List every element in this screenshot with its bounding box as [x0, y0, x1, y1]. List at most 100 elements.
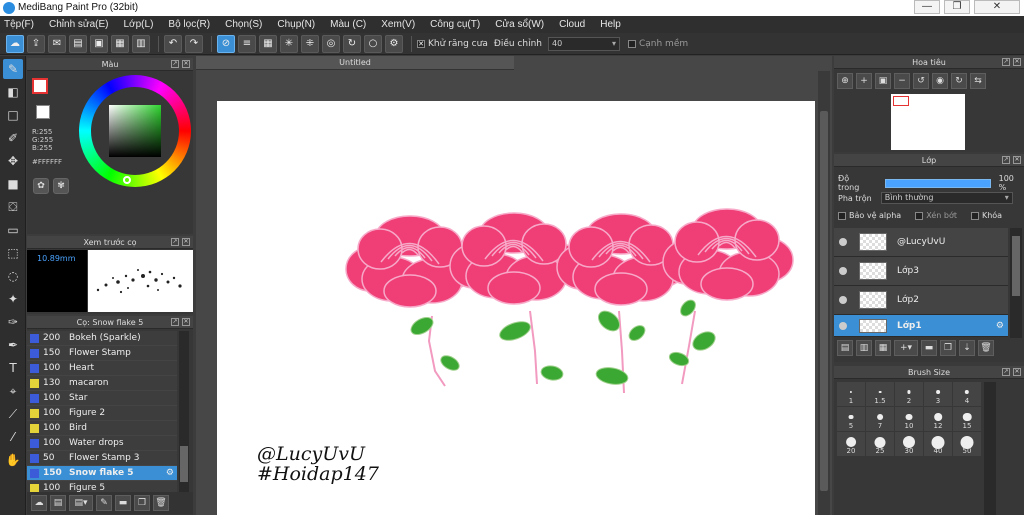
- delete-layer-icon[interactable]: 🗑: [978, 340, 994, 356]
- undock-icon[interactable]: ↗: [1002, 368, 1010, 376]
- layer-settings-icon[interactable]: ⚙: [996, 321, 1004, 331]
- add-brush-menu-icon[interactable]: ▤▾: [69, 495, 93, 511]
- undock-icon[interactable]: ↗: [1002, 58, 1010, 66]
- undock-icon[interactable]: ↗: [1002, 156, 1010, 164]
- layer-row[interactable]: Lớp3: [834, 257, 1008, 286]
- protect-alpha-checkbox[interactable]: [838, 211, 846, 220]
- brush-item[interactable]: 130 macaron: [27, 376, 177, 391]
- duplicate-brush-icon[interactable]: ❐: [134, 495, 150, 511]
- page-icon[interactable]: ▤: [69, 34, 87, 53]
- brush-item[interactable]: 100 Star: [27, 391, 177, 406]
- close-icon[interactable]: ✕: [182, 238, 190, 246]
- zoom-fit-icon[interactable]: ⊕: [837, 73, 853, 89]
- edit-brush-icon[interactable]: ✎: [96, 495, 112, 511]
- select-eraser-tool-icon[interactable]: ✒: [3, 335, 23, 355]
- brush-size-cell[interactable]: 10: [895, 407, 923, 431]
- close-icon[interactable]: ✕: [182, 318, 190, 326]
- menu-window[interactable]: Cửa sổ(W): [495, 19, 544, 30]
- share-icon[interactable]: ⇪: [27, 34, 45, 53]
- snap-radial-icon[interactable]: ✳: [280, 34, 298, 53]
- maximize-button[interactable]: ❐: [944, 0, 970, 14]
- undock-icon[interactable]: ↗: [171, 318, 179, 326]
- navigator-viewport-box[interactable]: [893, 96, 909, 106]
- brush-item[interactable]: 50 Flower Stamp 3: [27, 451, 177, 466]
- select-tool-icon[interactable]: ⬚: [3, 243, 23, 263]
- redo-icon[interactable]: ↷: [185, 34, 203, 53]
- palette-icon[interactable]: ✿: [33, 178, 49, 194]
- brush-size-cell[interactable]: 7: [866, 407, 894, 431]
- brush-item[interactable]: 200 Bokeh (Sparkle): [27, 331, 177, 346]
- reset-view-icon[interactable]: ◉: [932, 73, 948, 89]
- brush-size-cell[interactable]: 15: [953, 407, 981, 431]
- magic-wand-tool-icon[interactable]: ✦: [3, 289, 23, 309]
- menu-layer[interactable]: Lớp(L): [124, 19, 154, 30]
- brush-item[interactable]: 100 Water drops: [27, 436, 177, 451]
- layer-row[interactable]: @LucyUvU: [834, 228, 1008, 257]
- snap-focus-icon[interactable]: ⁜: [301, 34, 319, 53]
- close-button[interactable]: ✕: [974, 0, 1020, 14]
- close-icon[interactable]: ✕: [182, 60, 190, 68]
- brush-size-cell[interactable]: 20: [837, 432, 865, 456]
- brush-size-cell[interactable]: 5: [837, 407, 865, 431]
- visibility-icon[interactable]: [839, 267, 847, 275]
- hue-handle[interactable]: [123, 176, 131, 184]
- menu-select[interactable]: Chọn(S): [225, 19, 262, 30]
- menu-color[interactable]: Màu (C): [330, 19, 366, 30]
- menu-cloud[interactable]: Cloud: [559, 19, 585, 30]
- brush-item[interactable]: 100 Figure 2: [27, 406, 177, 421]
- color-wheel[interactable]: [79, 75, 191, 187]
- minimize-button[interactable]: —: [914, 0, 940, 14]
- undock-icon[interactable]: ↗: [171, 60, 179, 68]
- background-color-swatch[interactable]: [36, 105, 50, 119]
- bucket-tool-icon[interactable]: ⛋: [3, 197, 23, 217]
- layer-list-scrollbar[interactable]: [1010, 228, 1022, 338]
- grid-icon[interactable]: ▥: [132, 34, 150, 53]
- new-halftone-layer-icon[interactable]: ▥: [856, 340, 872, 356]
- add-brush-icon[interactable]: ▤: [50, 495, 66, 511]
- brush-item-selected[interactable]: 150 Snow flake 5 ⚙: [27, 466, 177, 481]
- brush-size-cell[interactable]: 3: [924, 382, 952, 406]
- zoom-actual-icon[interactable]: ▣: [875, 73, 891, 89]
- drawing-canvas[interactable]: @LucyUvU #Hoidap147: [217, 101, 815, 515]
- gradient-tool-icon[interactable]: ▭: [3, 220, 23, 240]
- close-icon[interactable]: ✕: [1013, 58, 1021, 66]
- brush-list-scrollbar[interactable]: [179, 331, 189, 496]
- foreground-color-swatch[interactable]: [32, 78, 48, 94]
- menu-snap[interactable]: Chụp(N): [277, 19, 315, 30]
- snap-parallel-icon[interactable]: ≡: [238, 34, 256, 53]
- eyedropper-tool-icon[interactable]: ⁄: [3, 427, 23, 447]
- snap-grid-icon[interactable]: ▦: [259, 34, 277, 53]
- clipping-checkbox[interactable]: [915, 211, 924, 220]
- layer-row-selected[interactable]: Lớp1 ⚙: [834, 315, 1008, 337]
- brush-size-cell[interactable]: 2: [895, 382, 923, 406]
- brush-size-cell[interactable]: 12: [924, 407, 952, 431]
- select-pen-tool-icon[interactable]: ✑: [3, 312, 23, 332]
- folder-icon[interactable]: ▬: [115, 495, 131, 511]
- brush-item[interactable]: 100 Bird: [27, 421, 177, 436]
- new-layer-icon[interactable]: ▤: [837, 340, 853, 356]
- new-layer-menu-icon[interactable]: +▾: [894, 340, 918, 356]
- scrollbar-thumb[interactable]: [180, 446, 188, 482]
- rotate-right-icon[interactable]: ↻: [951, 73, 967, 89]
- fill-rect-tool-icon[interactable]: ■: [3, 174, 23, 194]
- snap-off-icon[interactable]: ⊘: [217, 34, 235, 53]
- eraser-tool-icon[interactable]: ◧: [3, 82, 23, 102]
- text-tool-icon[interactable]: T: [3, 358, 23, 378]
- sharp-edge-toggle[interactable]: Cạnh mềm: [627, 39, 688, 49]
- menu-tools[interactable]: Công cụ(T): [430, 19, 480, 30]
- undo-icon[interactable]: ↶: [164, 34, 182, 53]
- sharp-edge-checkbox[interactable]: [627, 39, 636, 48]
- visibility-icon[interactable]: [839, 296, 847, 304]
- brush-tool-icon[interactable]: ✎: [3, 59, 23, 79]
- delete-brush-icon[interactable]: 🗑: [153, 495, 169, 511]
- cloud-icon[interactable]: ☁: [6, 34, 24, 53]
- navigator-thumbnail[interactable]: [891, 94, 965, 150]
- snap-circle-icon[interactable]: ◎: [322, 34, 340, 53]
- brush-size-cell[interactable]: 25: [866, 432, 894, 456]
- brush-settings-icon[interactable]: ⚙: [166, 468, 174, 478]
- brush-size-cell[interactable]: 50: [953, 432, 981, 456]
- antialias-toggle[interactable]: ✕ Khử răng cưa: [417, 39, 488, 49]
- menu-view[interactable]: Xem(V): [381, 19, 415, 30]
- divide-tool-icon[interactable]: ⟋: [3, 404, 23, 424]
- blend-mode-select[interactable]: Bình thường: [880, 192, 1013, 204]
